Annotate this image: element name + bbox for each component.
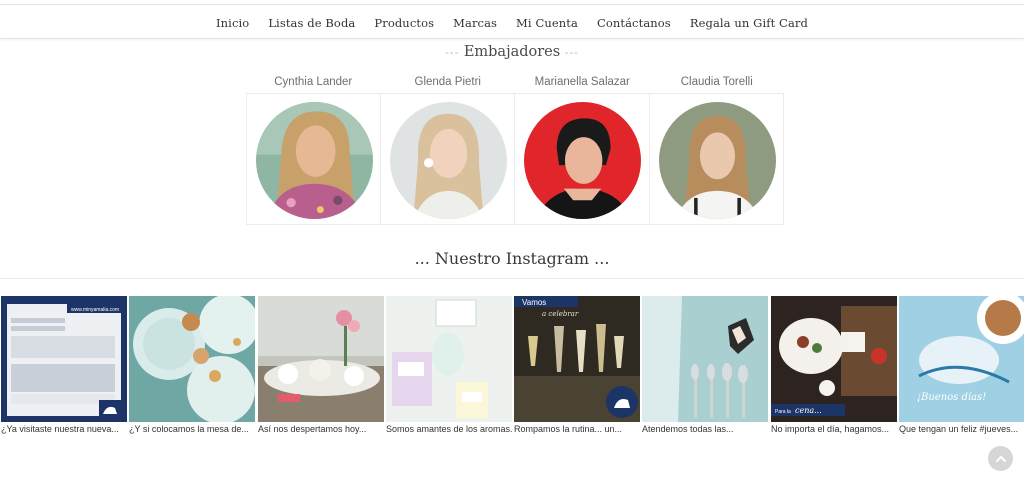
ambassador-card[interactable]: Glenda Pietri	[380, 76, 515, 226]
post-overlay-para: Para la	[775, 409, 791, 415]
nav-mi-cuenta[interactable]: Mi Cuenta	[516, 14, 578, 30]
post-overlay-celebrar: a celebrar	[542, 310, 579, 318]
post-caption: Que tengan un feliz #jueves...	[899, 424, 1019, 434]
ambassador-card[interactable]: Claudia Torelli	[649, 76, 784, 226]
ambassador-photo[interactable]	[524, 102, 641, 219]
instagram-post[interactable]: ¡Buenos días! Que tengan un feliz #jueve…	[899, 296, 1024, 434]
ambassador-name: Glenda Pietri	[414, 76, 481, 88]
nav-contactanos[interactable]: Contáctanos	[597, 14, 671, 30]
ambassador-card[interactable]: Marianella Salazar	[515, 76, 650, 226]
instagram-image[interactable]: Vamos a celebrar	[514, 296, 640, 422]
ambassador-frame	[515, 93, 650, 225]
post-url-text: www.minyamalia.com	[71, 307, 119, 313]
post-caption: No importa el día, hagamos...	[771, 424, 890, 434]
instagram-image[interactable]: ¡Buenos días!	[899, 296, 1024, 422]
ambassador-frame	[380, 93, 515, 225]
post-caption: Rompamos la rutina... un...	[514, 424, 623, 434]
ambassador-frame	[649, 93, 784, 225]
ambassador-photo[interactable]	[389, 102, 507, 219]
ambassadors-title: Embajadores	[463, 44, 561, 60]
instagram-post[interactable]: www.minyamalia.com ¿Ya visitaste nuestra…	[1, 296, 127, 434]
heading-ornament-left: ---	[445, 46, 464, 59]
ambassador-name: Cynthia Lander	[274, 76, 353, 88]
nav-gift-card[interactable]: Regala un Gift Card	[690, 14, 808, 30]
nav-marcas[interactable]: Marcas	[453, 14, 497, 30]
instagram-image[interactable]: Para la cena...	[771, 296, 897, 422]
ambassador-frame	[246, 93, 381, 225]
instagram-post[interactable]: Para la cena... No importa el día, hagam…	[771, 296, 897, 434]
instagram-image[interactable]	[129, 296, 255, 422]
instagram-image[interactable]	[258, 296, 384, 422]
instagram-title: ... Nuestro Instagram ...	[414, 249, 610, 268]
post-overlay-vamos: Vamos	[522, 298, 546, 307]
nav-inicio[interactable]: Inicio	[216, 14, 249, 30]
post-caption: Así nos despertamos hoy...	[258, 424, 367, 434]
post-caption: Somos amantes de los aromas...	[386, 424, 512, 434]
ambassador-card[interactable]: Cynthia Lander	[246, 76, 381, 226]
post-overlay-cena: cena...	[795, 406, 822, 415]
instagram-feed: www.minyamalia.com ¿Ya visitaste nuestra…	[0, 296, 1024, 436]
instagram-post[interactable]: Vamos a celebrar Rompamos la rutina... u…	[514, 296, 640, 434]
instagram-image[interactable]: www.minyamalia.com	[1, 296, 127, 422]
ambassadors-grid: Cynthia Lander Glenda Pietri Marianella …	[246, 76, 784, 226]
instagram-image[interactable]	[642, 296, 768, 422]
chevron-up-icon	[995, 455, 1006, 462]
nav-productos[interactable]: Productos	[374, 14, 434, 30]
instagram-image[interactable]	[386, 296, 512, 422]
post-caption: Atendemos todas las...	[642, 424, 734, 434]
post-caption: ¿Y si colocamos la mesa de...	[129, 424, 249, 434]
scroll-to-top-button[interactable]	[988, 446, 1013, 471]
main-nav: Inicio Listas de Boda Productos Marcas M…	[0, 5, 1024, 39]
instagram-post[interactable]: Atendemos todas las...	[642, 296, 768, 434]
ambassador-name: Marianella Salazar	[534, 76, 630, 88]
nav-listas-de-boda[interactable]: Listas de Boda	[268, 14, 355, 30]
ambassadors-heading: --- Embajadores ---	[0, 44, 1024, 60]
ambassador-name: Claudia Torelli	[680, 76, 753, 88]
post-overlay-buenos: ¡Buenos días!	[917, 392, 986, 403]
post-caption: ¿Ya visitaste nuestra nueva...	[1, 424, 119, 434]
instagram-post[interactable]: ¿Y si colocamos la mesa de...	[129, 296, 255, 434]
ambassador-photo[interactable]	[658, 102, 776, 219]
heading-ornament-right: ---	[560, 46, 579, 59]
instagram-post[interactable]: Así nos despertamos hoy...	[258, 296, 384, 434]
ambassador-photo[interactable]	[256, 102, 373, 219]
divider	[0, 278, 1024, 279]
instagram-post[interactable]: Somos amantes de los aromas...	[386, 296, 512, 434]
